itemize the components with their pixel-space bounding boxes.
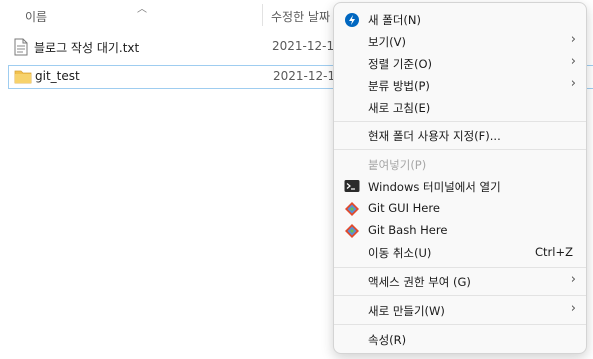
menu-item-label: 액세스 권한 부여 (G) — [368, 275, 471, 289]
column-header-date[interactable]: 수정한 날짜 — [271, 8, 330, 25]
file-date: 2021-12-1 — [273, 69, 336, 83]
chevron-right-icon: › — [570, 32, 576, 47]
menu-item-label: 분류 방법(P) — [368, 79, 430, 93]
sort-ascending-icon: ︿ — [137, 4, 147, 15]
file-name: git_test — [35, 69, 80, 83]
chevron-right-icon: › — [570, 301, 576, 316]
chevron-right-icon: › — [570, 76, 576, 91]
menu-divider — [334, 149, 586, 150]
column-divider[interactable] — [262, 4, 263, 26]
context-menu: 새 폴더(N) 보기(V) › 정렬 기준(O) › 분류 방법(P) › 새로… — [333, 2, 587, 354]
terminal-icon — [344, 179, 360, 193]
column-header-name[interactable]: 이름 — [25, 8, 47, 25]
menu-item-label: Git Bash Here — [368, 223, 448, 237]
menu-item-sort-by[interactable]: 정렬 기준(O) › — [338, 52, 584, 74]
menu-item-shortcut: Ctrl+Z — [535, 245, 573, 259]
menu-item-new-folder[interactable]: 새 폴더(N) — [338, 8, 584, 30]
menu-item-label: 현재 폴더 사용자 지정(F)... — [368, 129, 501, 143]
chevron-right-icon: › — [570, 54, 576, 69]
text-file-icon — [13, 38, 29, 56]
menu-item-give-access[interactable]: 액세스 권한 부여 (G) › — [338, 270, 584, 292]
git-icon — [344, 223, 360, 238]
menu-item-label: 정렬 기준(O) — [368, 57, 432, 71]
menu-divider — [334, 324, 586, 325]
menu-divider — [334, 267, 586, 268]
file-name: 블로그 작성 대기.txt — [34, 41, 140, 55]
new-folder-icon — [344, 12, 360, 27]
menu-item-view[interactable]: 보기(V) › — [338, 30, 584, 52]
git-icon — [344, 201, 360, 216]
menu-item-group-by[interactable]: 분류 방법(P) › — [338, 74, 584, 96]
menu-item-label: Windows 터미널에서 열기 — [368, 180, 501, 194]
menu-item-label: 새로 만들기(W) — [368, 304, 445, 318]
menu-divider — [334, 295, 586, 296]
menu-item-label: 새 폴더(N) — [368, 13, 421, 27]
menu-item-properties[interactable]: 속성(R) — [338, 328, 584, 350]
menu-item-git-gui[interactable]: Git GUI Here — [338, 197, 584, 219]
menu-divider — [334, 121, 586, 122]
chevron-right-icon: › — [570, 272, 576, 287]
folder-icon — [14, 68, 32, 86]
menu-item-paste: 붙여넣기(P) — [338, 153, 584, 175]
menu-item-refresh[interactable]: 새로 고침(E) — [338, 96, 584, 118]
menu-item-label: 이동 취소(U) — [368, 246, 432, 260]
file-date: 2021-12-1 — [272, 39, 335, 53]
menu-item-customize-folder[interactable]: 현재 폴더 사용자 지정(F)... — [338, 124, 584, 146]
menu-item-label: 붙여넣기(P) — [368, 158, 427, 172]
menu-item-label: Git GUI Here — [368, 201, 440, 215]
menu-item-label: 보기(V) — [368, 35, 406, 49]
menu-item-undo-move[interactable]: 이동 취소(U) Ctrl+Z — [338, 241, 584, 263]
menu-item-new[interactable]: 새로 만들기(W) › — [338, 299, 584, 321]
menu-item-git-bash[interactable]: Git Bash Here — [338, 219, 584, 241]
menu-item-open-terminal[interactable]: Windows 터미널에서 열기 — [338, 175, 584, 197]
menu-item-label: 새로 고침(E) — [368, 101, 431, 115]
menu-item-label: 속성(R) — [368, 333, 407, 347]
